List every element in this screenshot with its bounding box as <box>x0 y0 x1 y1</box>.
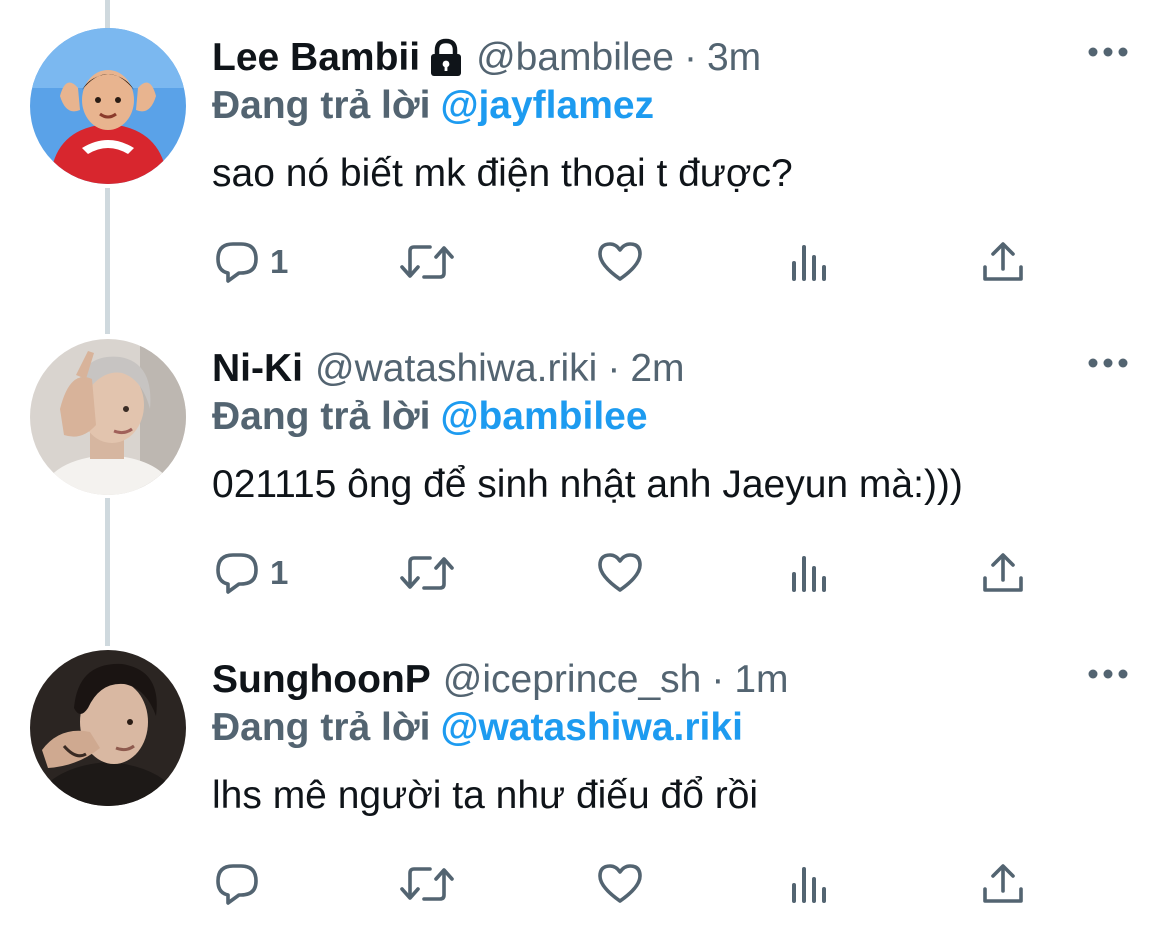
views-button[interactable] <box>790 234 830 290</box>
reply-bubble-icon <box>216 553 258 594</box>
share-upload-icon <box>983 242 1023 281</box>
bar-chart-icon <box>792 556 826 592</box>
retweet-icon <box>400 245 454 279</box>
avatar[interactable] <box>30 28 186 184</box>
replying-to: Đang trả lời @watashiwa.riki <box>212 700 743 756</box>
avatar-child-red-sweater-image <box>30 28 186 184</box>
like-button[interactable] <box>596 234 644 290</box>
tweet-text: lhs mê người ta như điếu đổ rồi <box>212 774 759 817</box>
tweet-actions: 1 <box>212 234 1052 290</box>
heart-icon <box>598 242 642 281</box>
share-button[interactable] <box>980 545 1026 601</box>
share-upload-icon <box>983 553 1023 592</box>
tweet[interactable]: Ni-Ki @watashiwa.riki · 2m Đang trả lời @… <box>0 311 1170 621</box>
avatar[interactable] <box>30 650 186 806</box>
replying-to: Đang trả lời @bambilee <box>212 389 648 445</box>
tweet-actions <box>212 856 1052 912</box>
reply-button[interactable]: 1 <box>214 234 288 290</box>
bar-chart-icon <box>792 867 826 903</box>
avatar-young-man-hand-gesture-image <box>30 339 186 495</box>
tweet-text: 021115 ông để sinh nhật anh Jaeyun mà:))… <box>212 463 963 506</box>
retweet-button[interactable] <box>398 856 456 912</box>
separator-dot: · <box>683 36 697 79</box>
retweet-button[interactable] <box>398 545 456 601</box>
share-button[interactable] <box>980 234 1026 290</box>
tweet-text: sao nó biết mk điện thoại t được? <box>212 152 793 195</box>
reply-mention-link[interactable]: @jayflamez <box>440 84 654 127</box>
replying-to-label: Đang trả lời <box>212 706 431 749</box>
share-upload-icon <box>983 864 1023 903</box>
share-button[interactable] <box>980 856 1026 912</box>
reply-bubble-icon <box>216 242 258 283</box>
heart-icon <box>598 553 642 592</box>
retweet-icon <box>400 867 454 901</box>
views-button[interactable] <box>790 545 830 601</box>
replying-to-label: Đang trả lời <box>212 84 431 127</box>
retweet-button[interactable] <box>398 234 456 290</box>
avatar-young-man-dark-image <box>30 650 186 806</box>
reply-count: 1 <box>270 243 289 280</box>
retweet-icon <box>400 556 454 590</box>
reply-bubble-icon <box>216 864 258 905</box>
tweet[interactable]: SunghoonP @iceprince_sh · 1m Đang trả lờ… <box>0 622 1170 932</box>
reply-button[interactable]: 1 <box>214 545 288 601</box>
bar-chart-icon <box>792 245 826 281</box>
like-button[interactable] <box>596 545 644 601</box>
more-horizontal-icon[interactable] <box>1086 353 1130 373</box>
lock-icon <box>428 38 464 78</box>
reply-mention-link[interactable]: @watashiwa.riki <box>440 706 742 749</box>
reply-count: 1 <box>270 554 289 591</box>
tweet[interactable]: Lee Bambii @bambilee · 3m Đang trả lời @j… <box>0 0 1170 310</box>
avatar[interactable] <box>30 339 186 495</box>
more-horizontal-icon[interactable] <box>1086 664 1130 684</box>
reply-mention-link[interactable]: @bambilee <box>440 395 647 438</box>
tweet-actions: 1 <box>212 545 1052 601</box>
views-button[interactable] <box>790 856 830 912</box>
replying-to: Đang trả lời @jayflamez <box>212 78 654 134</box>
more-horizontal-icon[interactable] <box>1086 42 1130 62</box>
like-button[interactable] <box>596 856 644 912</box>
reply-button[interactable] <box>214 856 270 912</box>
heart-icon <box>598 864 642 903</box>
timestamp[interactable]: 3m <box>707 30 761 86</box>
replying-to-label: Đang trả lời <box>212 395 431 438</box>
